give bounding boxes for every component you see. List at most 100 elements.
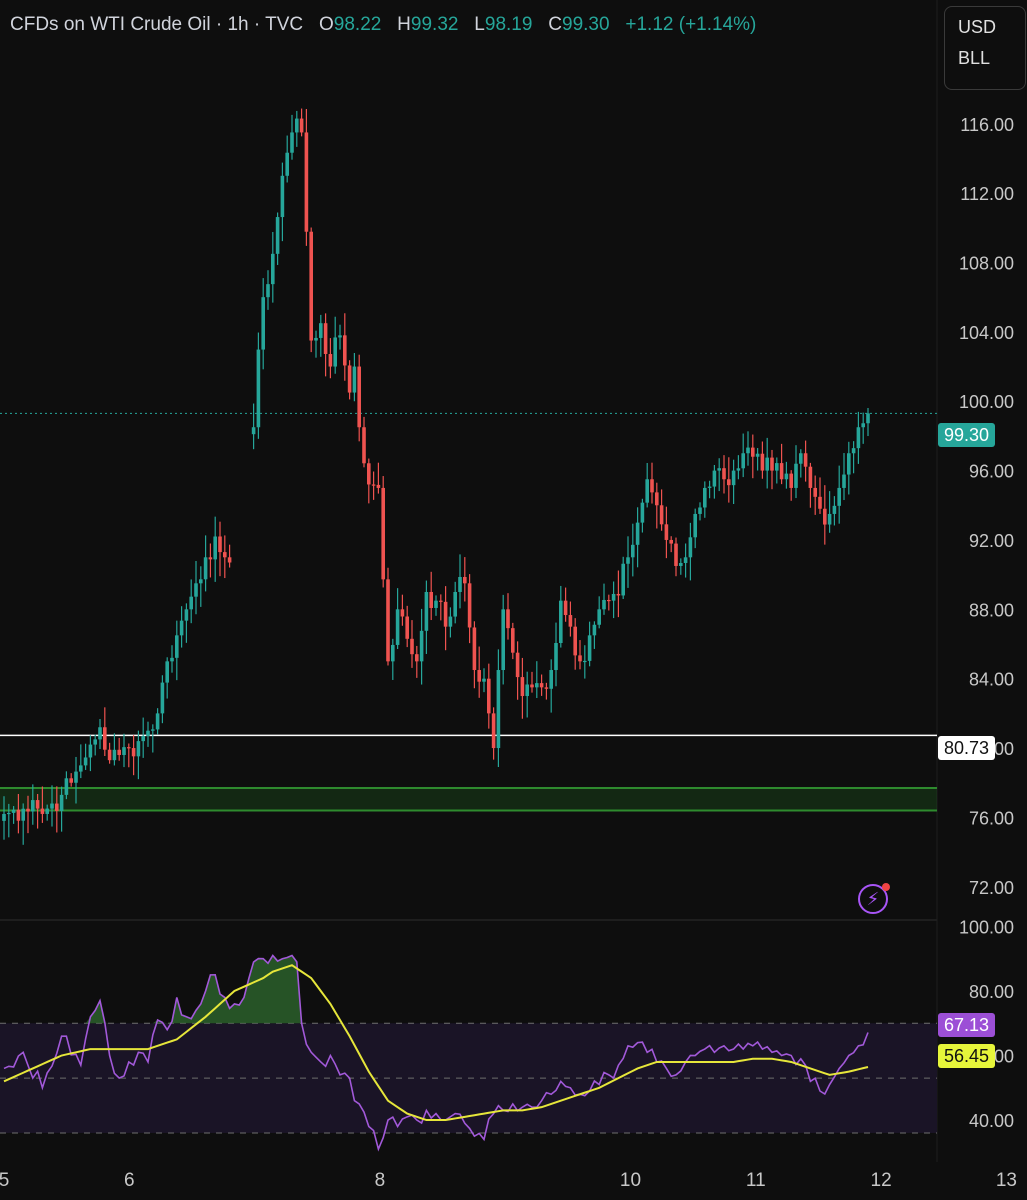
chart-canvas[interactable]: 72.00 76.00 80.00 84.00 88.00 92.00 96.00 100.0… xyxy=(0,0,1027,1200)
rsi-ma-badge: 56.45 xyxy=(938,1044,996,1068)
candle-body xyxy=(458,576,462,592)
candle-body xyxy=(707,486,712,488)
open-value: 98.22 xyxy=(333,14,382,35)
candle-body xyxy=(578,655,582,662)
candle-body xyxy=(568,615,573,627)
candle-body xyxy=(218,536,222,553)
candle-body xyxy=(136,741,141,757)
support-zone-fill xyxy=(0,787,937,811)
candle-body xyxy=(554,642,558,671)
candle-body xyxy=(251,427,256,435)
symbol-title[interactable]: CFDs on WTI Crude Oil · 1h · TVC xyxy=(10,14,303,35)
candle-body xyxy=(664,524,669,540)
candle-body xyxy=(832,505,837,514)
candle-body xyxy=(794,463,798,488)
level-line-badge: 80.73 xyxy=(938,736,996,760)
candle-body xyxy=(698,507,702,514)
candle-body xyxy=(50,803,54,809)
candle-body xyxy=(626,557,630,564)
candle-body xyxy=(69,778,73,783)
high-label: H xyxy=(397,14,411,35)
candles xyxy=(2,108,870,845)
time-tick-label: 13 xyxy=(996,1170,1017,1191)
candle-body xyxy=(823,508,827,525)
price-axis: 72.00 76.00 80.00 84.00 88.00 92.00 96.00 100.0… xyxy=(959,115,1014,1131)
candle-body xyxy=(856,427,861,449)
candle-body xyxy=(669,539,673,544)
last-price-badge: 99.30 xyxy=(938,423,996,447)
candle-body xyxy=(203,557,208,580)
candle-body xyxy=(194,583,198,597)
candle-body xyxy=(443,601,448,627)
candle-body xyxy=(55,803,59,811)
candle-body xyxy=(429,591,433,608)
candle-body xyxy=(386,579,390,662)
candle-body xyxy=(467,583,472,628)
candle-body xyxy=(40,808,45,814)
flash-alert-icon[interactable]: ⚡ xyxy=(858,883,890,914)
candle-body xyxy=(727,479,731,486)
low-value: 98.19 xyxy=(484,14,533,35)
candle-body xyxy=(141,735,145,742)
candle-body xyxy=(395,609,400,645)
candle-body xyxy=(544,687,549,689)
time-tick-label: 11 xyxy=(746,1170,766,1191)
candle-body xyxy=(275,217,280,254)
candle-body xyxy=(290,132,294,153)
candle-body xyxy=(775,463,779,471)
candle-body xyxy=(539,683,544,688)
candle-body xyxy=(621,563,625,596)
rsi-tick-label: 80.00 xyxy=(969,982,1014,1002)
price-tick-label: 72.00 xyxy=(969,878,1014,898)
candle-body xyxy=(573,626,577,656)
price-tick-label: 100.00 xyxy=(959,392,1014,412)
candle-body xyxy=(59,794,64,811)
candle-body xyxy=(179,620,184,636)
ohlc-legend: CFDs on WTI Crude Oil · 1h · TVC O98.22 … xyxy=(10,14,756,36)
candle-body xyxy=(367,463,371,485)
candle-body xyxy=(602,599,606,610)
price-tick-label: 84.00 xyxy=(969,670,1014,690)
candle-body xyxy=(611,593,616,601)
candle-body xyxy=(170,657,174,662)
time-tick-label: 5 xyxy=(0,1170,9,1191)
candle-body xyxy=(736,468,741,471)
rsi-value-badge: 67.13 xyxy=(938,1013,996,1037)
candle-body xyxy=(472,627,477,671)
support-zone xyxy=(0,786,937,812)
candle-body xyxy=(16,809,21,821)
candle-body xyxy=(323,323,328,355)
candle-body xyxy=(35,800,40,809)
candle-body xyxy=(583,660,587,663)
candle-body xyxy=(371,484,376,486)
candle-body xyxy=(31,800,35,812)
candle-body xyxy=(693,513,697,538)
time-tick-label: 10 xyxy=(620,1170,641,1191)
candle-body xyxy=(559,600,563,643)
currency-unit-menu[interactable]: USD BLL xyxy=(944,6,1026,90)
rsi-overbought-fill xyxy=(4,955,868,1024)
candle-body xyxy=(362,427,366,464)
candle-body xyxy=(405,616,409,639)
candle-body xyxy=(261,297,265,350)
candle-body xyxy=(295,118,299,133)
currency-label[interactable]: USD xyxy=(945,17,1025,38)
candle-body xyxy=(813,487,817,497)
candle-body xyxy=(607,599,611,602)
candle-body xyxy=(501,609,505,671)
unit-label[interactable]: BLL xyxy=(945,48,1025,69)
candle-body xyxy=(7,812,11,815)
candle-body xyxy=(746,447,750,454)
candle-body xyxy=(837,487,841,506)
candle-body xyxy=(866,413,870,424)
high-value: 99.32 xyxy=(410,14,459,35)
candle-body xyxy=(803,453,808,467)
candle-body xyxy=(482,678,486,682)
candle-body xyxy=(103,727,107,750)
candle-body xyxy=(616,593,621,596)
candle-body xyxy=(765,457,769,471)
candle-body xyxy=(347,365,352,393)
time-tick-label: 12 xyxy=(871,1170,892,1191)
candle-body xyxy=(731,470,736,486)
candle-body xyxy=(400,609,405,617)
